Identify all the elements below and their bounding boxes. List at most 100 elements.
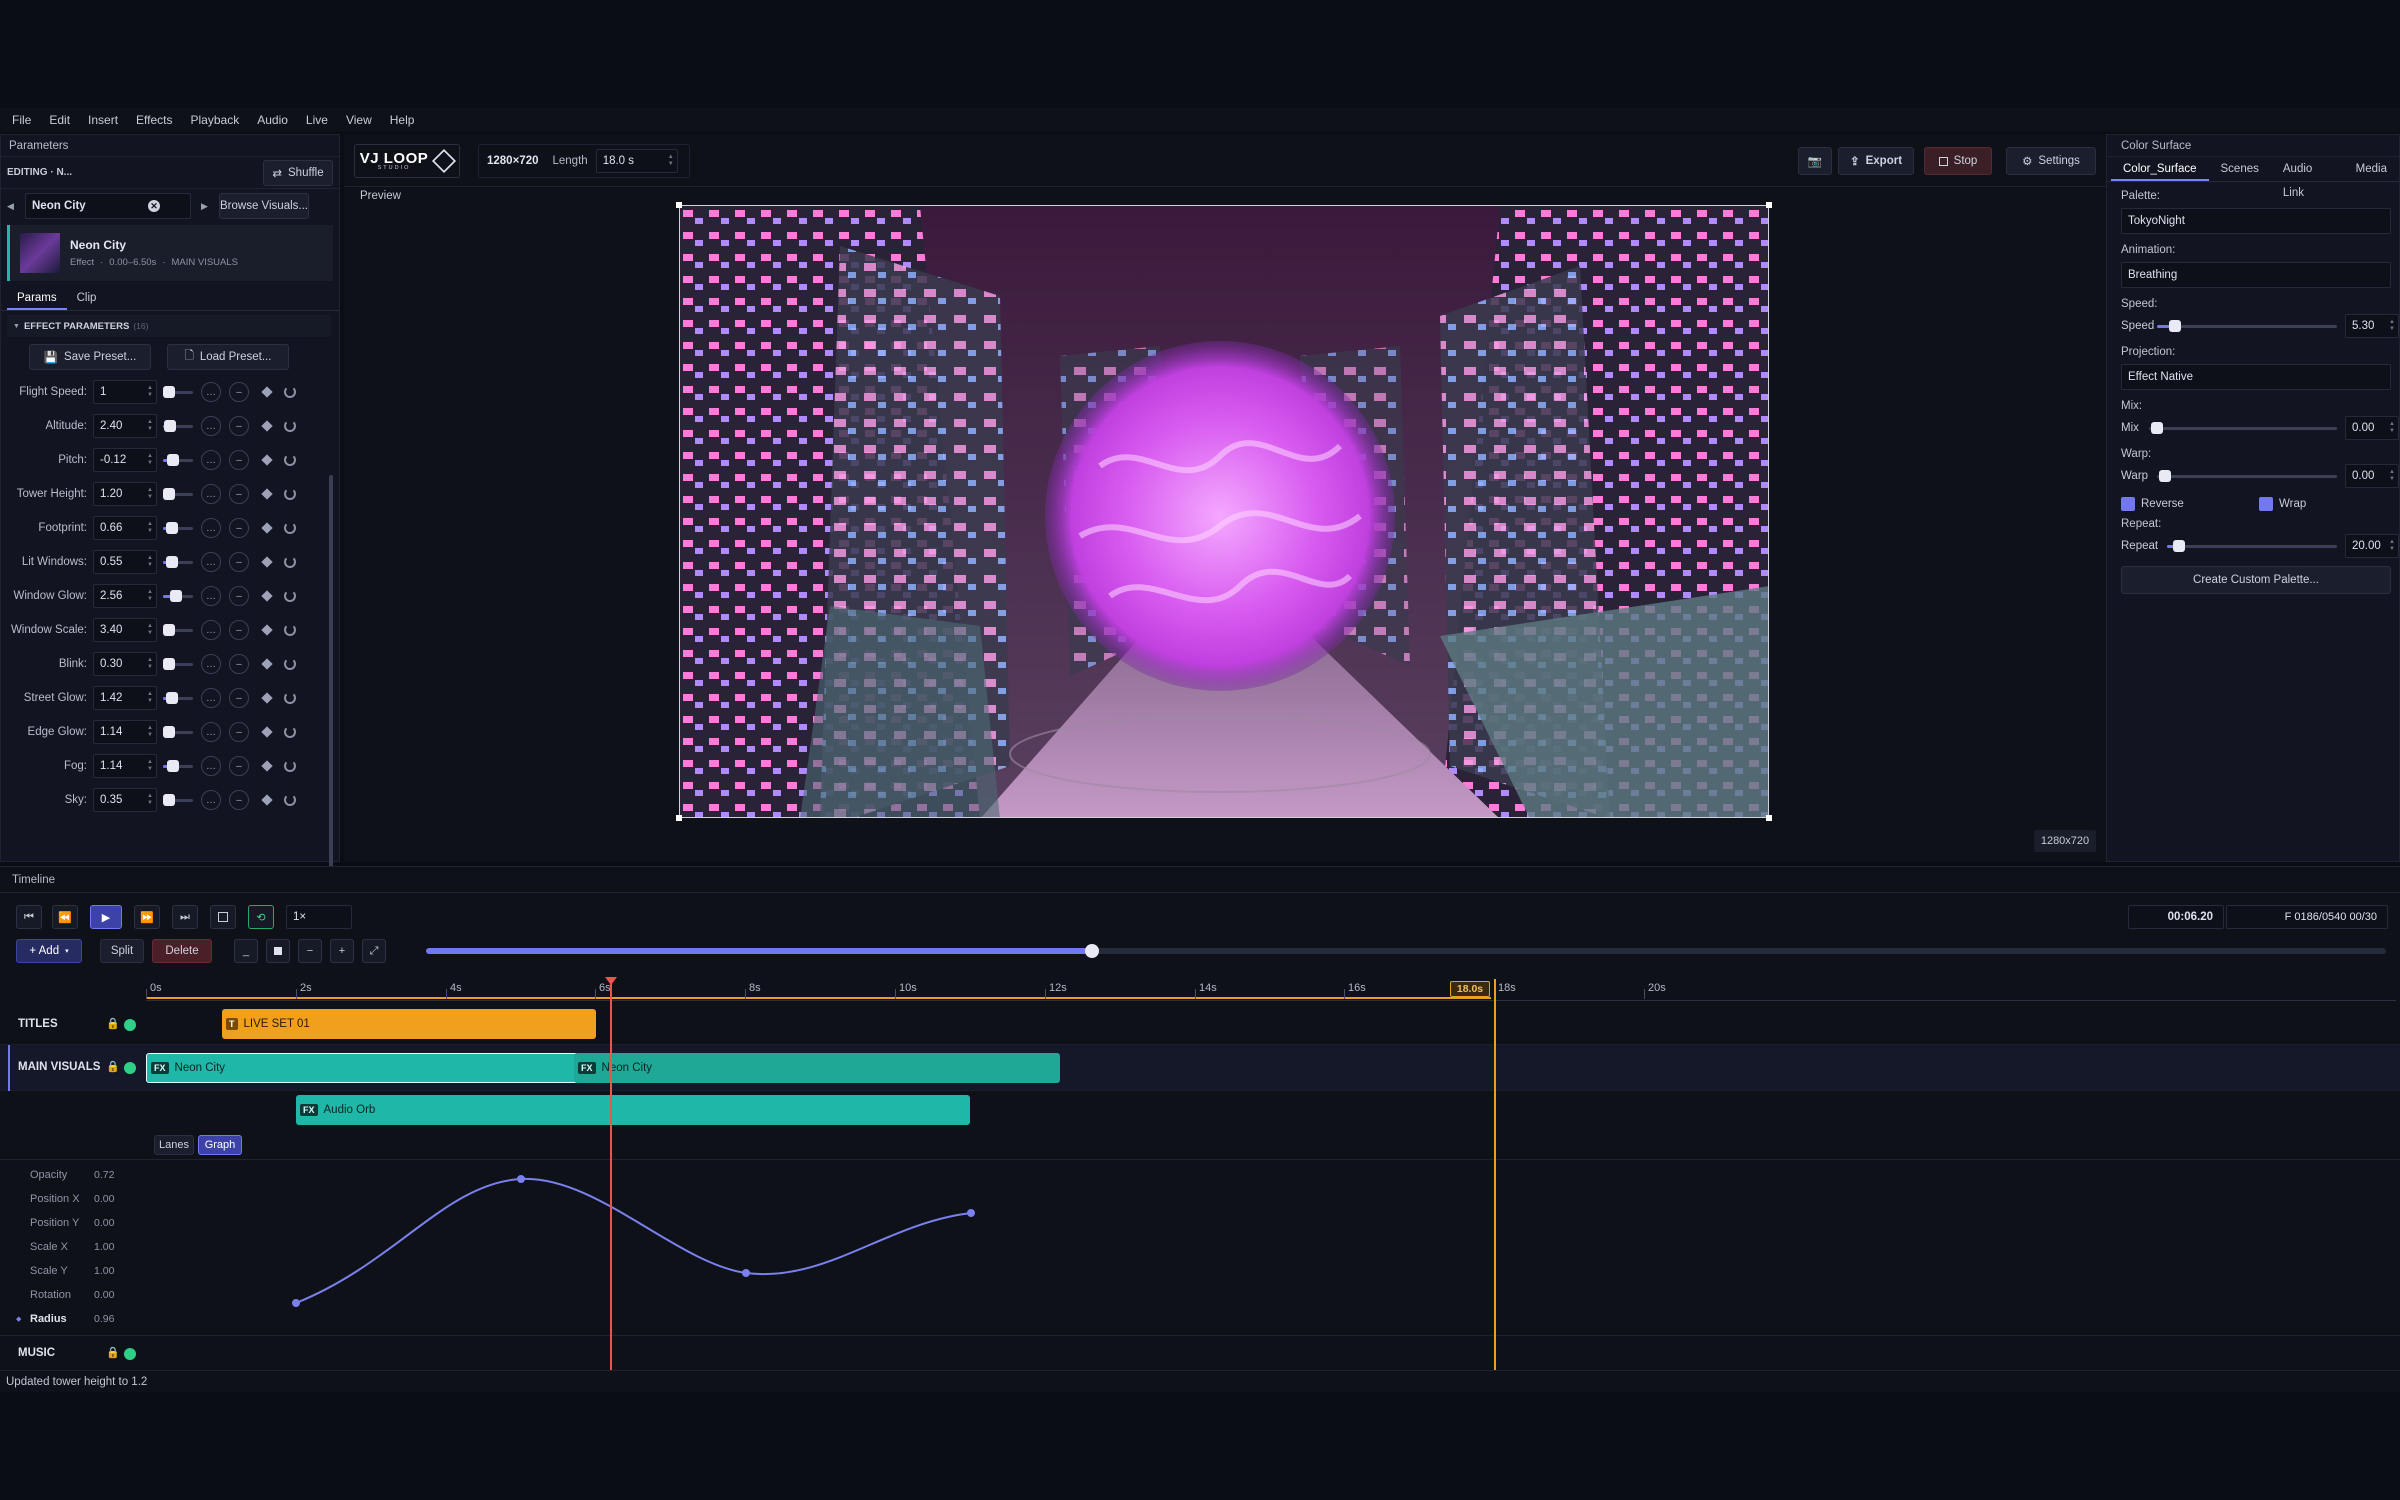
param-value-input[interactable]: 0.66 ▲ ▼: [93, 516, 157, 540]
graph-param-row[interactable]: Rotation 0.00: [0, 1285, 146, 1305]
stepper-icon[interactable]: ▲ ▼: [147, 759, 153, 773]
reset-icon[interactable]: [284, 760, 296, 772]
range-button[interactable]: …: [201, 620, 221, 640]
marker-button[interactable]: _: [234, 939, 258, 963]
tab-color-surface[interactable]: Color_Surface: [2111, 157, 2209, 181]
graph-param-row[interactable]: Scale X 1.00: [0, 1237, 146, 1257]
next-effect-icon[interactable]: ▶: [201, 201, 215, 212]
effect-selector[interactable]: Neon City ✕: [25, 193, 191, 219]
menu-audio[interactable]: Audio: [257, 113, 288, 127]
collapse-icon[interactable]: ▼: [13, 323, 20, 330]
playhead[interactable]: [610, 979, 612, 1371]
load-preset-button[interactable]: 🗋 Load Preset...: [167, 344, 289, 370]
graph-param-row[interactable]: Scale Y 1.00: [0, 1261, 146, 1281]
modulate-button[interactable]: –: [229, 688, 249, 708]
loop-button[interactable]: ⟲: [248, 905, 274, 929]
tab-clip[interactable]: Clip: [67, 286, 107, 310]
stepper-icon[interactable]: ▲ ▼: [147, 623, 153, 637]
repeat-slider[interactable]: [2167, 536, 2337, 556]
keyframe-icon[interactable]: [261, 386, 273, 398]
tab-scenes[interactable]: Scenes: [2209, 157, 2271, 181]
param-value-input[interactable]: 1.20 ▲ ▼: [93, 482, 157, 506]
menu-help[interactable]: Help: [390, 113, 415, 127]
range-button[interactable]: …: [201, 518, 221, 538]
delete-button[interactable]: Delete: [152, 939, 212, 963]
reset-icon[interactable]: [284, 692, 296, 704]
modulate-button[interactable]: –: [229, 722, 249, 742]
param-value-input[interactable]: 1.42 ▲ ▼: [93, 686, 157, 710]
range-button[interactable]: …: [201, 586, 221, 606]
reset-icon[interactable]: [284, 726, 296, 738]
modulate-button[interactable]: –: [229, 552, 249, 572]
range-button[interactable]: …: [201, 654, 221, 674]
skip-end-button[interactable]: ⏭: [172, 905, 198, 929]
effect-card[interactable]: Neon City Effect · 0.00–6.50s · MAIN VISUA…: [7, 225, 333, 281]
range-button[interactable]: …: [201, 382, 221, 402]
tab-media[interactable]: Media: [2344, 157, 2399, 181]
modulate-button[interactable]: –: [229, 790, 249, 810]
keyframe-icon[interactable]: [261, 488, 273, 500]
modulate-button[interactable]: –: [229, 382, 249, 402]
param-slider[interactable]: [163, 654, 193, 674]
reset-icon[interactable]: [284, 658, 296, 670]
param-value-input[interactable]: 2.40 ▲ ▼: [93, 414, 157, 438]
stepper-icon[interactable]: ▲ ▼: [147, 589, 153, 603]
param-value-input[interactable]: 1 ▲ ▼: [93, 380, 157, 404]
modulate-button[interactable]: –: [229, 654, 249, 674]
zoom-out-button[interactable]: −: [298, 939, 322, 963]
range-button[interactable]: …: [201, 484, 221, 504]
lock-icon[interactable]: 🔒: [106, 1060, 120, 1073]
param-slider[interactable]: [163, 382, 193, 402]
tab-audio-link[interactable]: Audio Link: [2271, 157, 2344, 199]
reset-icon[interactable]: [284, 794, 296, 806]
resize-handle-tr[interactable]: [1766, 202, 1772, 208]
param-value-input[interactable]: 3.40 ▲ ▼: [93, 618, 157, 642]
prev-effect-icon[interactable]: ◀: [7, 201, 21, 212]
modulate-button[interactable]: –: [229, 518, 249, 538]
param-value-input[interactable]: 0.35 ▲ ▼: [93, 788, 157, 812]
keyframe-icon[interactable]: [261, 658, 273, 670]
keyframe-icon[interactable]: [261, 624, 273, 636]
save-preset-button[interactable]: 💾 Save Preset...: [29, 344, 151, 370]
keyframe-icon[interactable]: [261, 420, 273, 432]
param-value-input[interactable]: 1.14 ▲ ▼: [93, 720, 157, 744]
menu-view[interactable]: View: [346, 113, 372, 127]
reset-icon[interactable]: [284, 420, 296, 432]
stepper-icon[interactable]: ▲ ▼: [147, 419, 153, 433]
stop-playback-button[interactable]: [210, 905, 236, 929]
keyframe-icon[interactable]: [261, 794, 273, 806]
add-button[interactable]: + Add ▾: [16, 939, 82, 963]
reset-icon[interactable]: [284, 624, 296, 636]
keyframe-icon[interactable]: [261, 590, 273, 602]
title-clip[interactable]: T LIVE SET 01: [222, 1009, 596, 1039]
split-button[interactable]: Split: [100, 939, 144, 963]
clear-effect-icon[interactable]: ✕: [148, 200, 160, 212]
stepper-icon[interactable]: ▲ ▼: [147, 793, 153, 807]
graph-param-row[interactable]: Position X 0.00: [0, 1189, 146, 1209]
modulate-button[interactable]: –: [229, 586, 249, 606]
snapshot-button[interactable]: 📷: [1798, 147, 1832, 175]
reset-icon[interactable]: [284, 386, 296, 398]
tab-graph[interactable]: Graph: [198, 1135, 242, 1155]
menu-effects[interactable]: Effects: [136, 113, 172, 127]
resize-handle-br[interactable]: [1766, 815, 1772, 821]
neon-city-clip-1[interactable]: FX Neon City: [146, 1053, 582, 1083]
modulate-button[interactable]: –: [229, 756, 249, 776]
repeat-value-input[interactable]: 20.00 ▲ ▼: [2345, 534, 2399, 558]
keyframe-icon[interactable]: [261, 454, 273, 466]
keyframe-icon[interactable]: [261, 760, 273, 772]
stop-square-button[interactable]: [266, 939, 290, 963]
param-slider[interactable]: [163, 688, 193, 708]
mix-slider[interactable]: [2149, 418, 2337, 438]
speed-value-input[interactable]: 5.30 ▲ ▼: [2345, 314, 2399, 338]
projection-select[interactable]: Effect Native: [2121, 364, 2391, 390]
wrap-checkbox[interactable]: [2259, 497, 2273, 511]
audio-orb-clip[interactable]: FX Audio Orb: [296, 1095, 970, 1125]
param-value-input[interactable]: 1.14 ▲ ▼: [93, 754, 157, 778]
graph-param-row[interactable]: Position Y 0.00: [0, 1213, 146, 1233]
mix-stepper-icon[interactable]: ▲ ▼: [2389, 421, 2395, 435]
param-value-input[interactable]: 2.56 ▲ ▼: [93, 584, 157, 608]
reset-icon[interactable]: [284, 488, 296, 500]
browse-visuals-button[interactable]: Browse Visuals...: [219, 193, 309, 219]
range-button[interactable]: …: [201, 722, 221, 742]
